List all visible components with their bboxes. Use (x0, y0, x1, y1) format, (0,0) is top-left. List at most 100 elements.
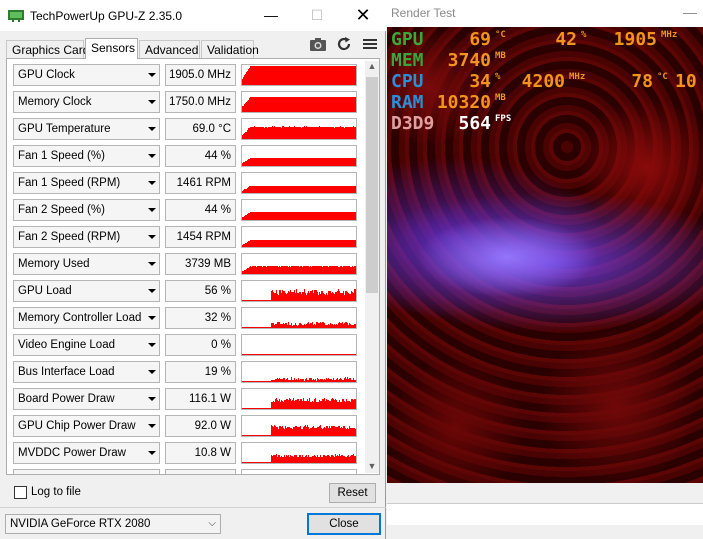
log-to-file-label[interactable]: Log to file (31, 486, 81, 498)
sensor-graph-bar (283, 240, 284, 247)
sensor-name-dropdown[interactable]: Fan 1 Speed (%) (13, 145, 160, 167)
sensor-graph-bar (298, 158, 299, 166)
sensor-name-dropdown[interactable]: GPU Clock (13, 64, 160, 86)
sensor-graph-bar (338, 426, 339, 436)
sensor-graph-bar (289, 380, 290, 382)
sensor-graph-bar (283, 291, 284, 301)
sensor-graph-bar (277, 266, 278, 274)
sensor-graph-bar (327, 127, 328, 139)
sensor-graph-bar (288, 455, 289, 463)
scroll-up-icon[interactable]: ▲ (365, 61, 379, 75)
sensor-graph-bar (316, 240, 317, 247)
sensor-name-dropdown[interactable]: MVDDC Power Draw (13, 469, 160, 474)
sensor-list-scrollbar[interactable]: ▲ ▼ (365, 61, 379, 473)
sensor-graph-bar (314, 66, 315, 85)
sensor-graph-bar (342, 455, 343, 463)
sensor-graph-bar (318, 354, 319, 355)
sensor-graph-bar (258, 127, 259, 139)
sensor-graph-bar (341, 293, 342, 301)
sensor-graph-bar (343, 426, 344, 436)
sensor-graph-bar (317, 378, 318, 382)
sensor-graph-bar (243, 244, 244, 247)
sensor-graph-bar (273, 127, 274, 139)
sensor-graph-bar (294, 290, 295, 301)
sensor-graph-bar (309, 429, 310, 436)
sensor-name-dropdown[interactable]: Memory Controller Load (13, 307, 160, 329)
tab-sensors[interactable]: Sensors (85, 38, 138, 59)
sensor-graph-bar (253, 381, 254, 382)
sensor-graph-bar (338, 402, 339, 409)
sensor-graph-bar (318, 379, 319, 382)
sensor-graph-bar (251, 354, 252, 355)
sensor-graph-bar (252, 158, 253, 166)
sensor-graph-bar (330, 291, 331, 301)
sensor-graph-bar (287, 293, 288, 301)
sensor-graph-bar (312, 240, 313, 247)
sensor-graph-bar (253, 97, 254, 112)
minimize-button[interactable]: — (248, 0, 294, 31)
sensor-graph-bar (254, 97, 255, 112)
render-horizontal-scrollbar[interactable] (387, 503, 703, 525)
sensor-graph-bar (337, 427, 338, 436)
reset-button[interactable]: Reset (329, 483, 376, 503)
sensor-graph-bar (246, 354, 247, 355)
sensor-name-dropdown[interactable]: GPU Load (13, 280, 160, 302)
sensor-graph-bar (299, 427, 300, 436)
sensor-name-dropdown[interactable]: Memory Clock (13, 91, 160, 113)
tab-graphics-card[interactable]: Graphics Card (6, 40, 89, 58)
sensor-graph-bar (243, 106, 244, 112)
close-window-button[interactable]: ✕ (340, 0, 386, 31)
sensor-name-dropdown[interactable]: Memory Used (13, 253, 160, 275)
sensor-graph-bar (310, 291, 311, 301)
sensor-graph-bar (307, 97, 308, 112)
sensor-graph-bar (302, 66, 303, 85)
sensor-name-dropdown[interactable]: GPU Chip Power Draw (13, 415, 160, 437)
sensor-graph-bar (298, 293, 299, 301)
sensor-graph-bar (315, 379, 316, 382)
sensor-name-dropdown[interactable]: Board Power Draw (13, 388, 160, 410)
sensor-graph-bar (299, 158, 300, 166)
sensor-graph-bar (273, 186, 274, 193)
sensor-graph-bar (273, 455, 274, 463)
sensor-graph-bar (257, 266, 258, 274)
sensor-name-dropdown[interactable]: Fan 2 Speed (RPM) (13, 226, 160, 248)
sensor-graph-bar (339, 354, 340, 355)
sensor-graph-bar (264, 97, 265, 112)
sensor-graph-bar (266, 327, 267, 328)
sensor-name-dropdown[interactable]: GPU Temperature (13, 118, 160, 140)
gpu-select-dropdown[interactable]: NVIDIA GeForce RTX 2080 ⌵ (5, 514, 221, 534)
sensor-graph-bar (300, 158, 301, 166)
sensor-name-dropdown[interactable]: MVDDC Power Draw (13, 442, 160, 464)
sensor-graph-bar (254, 158, 255, 166)
maximize-button[interactable]: ☐ (294, 0, 340, 31)
scroll-down-icon[interactable]: ▼ (365, 461, 379, 473)
menu-icon[interactable] (360, 36, 380, 52)
sensor-graph-bar (345, 402, 346, 409)
sensor-name-dropdown[interactable]: Fan 1 Speed (RPM) (13, 172, 160, 194)
sensor-graph-bar (279, 66, 280, 85)
sensor-graph-bar (275, 379, 276, 382)
sensor-graph-bar (260, 240, 261, 247)
gpuz-titlebar[interactable]: TechPowerUp GPU-Z 2.35.0 — ☐ ✕ (0, 0, 386, 31)
camera-icon[interactable] (308, 36, 328, 52)
scroll-thumb[interactable] (366, 77, 378, 293)
sensor-name-dropdown[interactable]: Fan 2 Speed (%) (13, 199, 160, 221)
refresh-icon[interactable] (334, 36, 354, 52)
sensor-name-dropdown[interactable]: Video Engine Load (13, 334, 160, 356)
log-to-file-checkbox[interactable] (14, 486, 27, 499)
sensor-graph-bar (289, 325, 290, 328)
sensor-name-dropdown[interactable]: Bus Interface Load (13, 361, 160, 383)
sensor-graph-bar (296, 186, 297, 193)
sensor-graph-bar (331, 379, 332, 382)
close-button[interactable]: Close (307, 513, 381, 535)
render-titlebar[interactable]: Render Test — (383, 0, 703, 27)
sensor-graph-bar (282, 240, 283, 247)
tab-advanced[interactable]: Advanced (139, 40, 200, 58)
sensor-graph-bar (332, 127, 333, 139)
render-minimize-button[interactable]: — (683, 4, 703, 22)
sensor-graph-bar (276, 454, 277, 463)
sensor-graph (241, 469, 357, 474)
sensor-graph-bar (269, 158, 270, 166)
tab-validation[interactable]: Validation (201, 40, 259, 58)
sensor-graph-bar (268, 266, 269, 274)
